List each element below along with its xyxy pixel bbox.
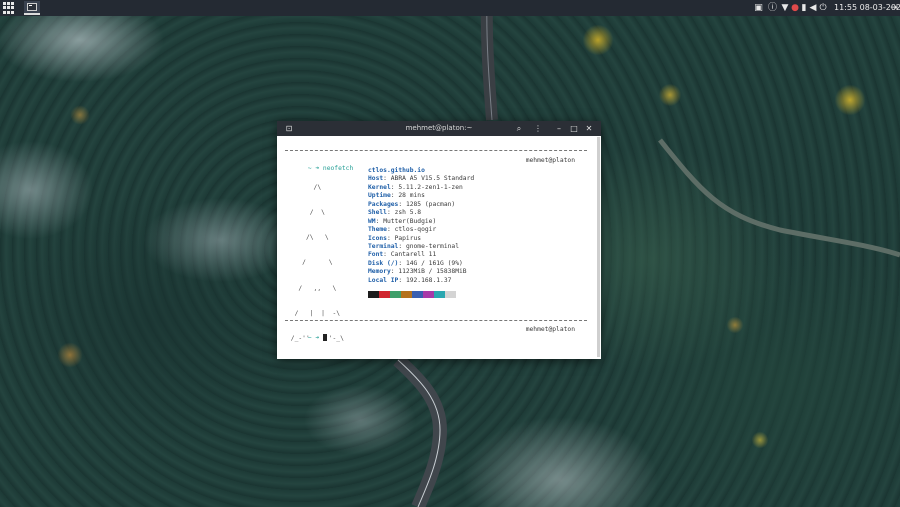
info-key: Terminal — [368, 242, 399, 250]
info-value: 192.168.1.37 — [405, 276, 452, 284]
prompt-line[interactable]: ~ ➜ — [285, 326, 327, 352]
notification-icon[interactable]: ● — [791, 2, 799, 14]
info-value: ctlos-qogir — [394, 226, 437, 234]
maximize-icon[interactable]: □ — [568, 121, 580, 136]
info-key: Host — [368, 175, 384, 183]
info-key: Font — [368, 251, 384, 259]
palette-swatch — [390, 291, 401, 298]
wifi-icon[interactable]: ▼ — [780, 2, 790, 14]
logo-line: / | | -\ — [287, 309, 341, 317]
app-menu-button[interactable] — [3, 2, 15, 14]
info-key: Icons — [368, 234, 387, 242]
top-panel: ▣ ⓘ ▼ ● ▮ ◀ ⏻ 11:55 08-03-2021 ⇥ — [0, 0, 900, 16]
info-value: 28 mins — [398, 192, 425, 200]
logout-icon[interactable]: ⇥ — [889, 2, 899, 14]
terminal-icon — [27, 3, 37, 11]
prompt-symbol: ~ ➜ — [307, 334, 320, 342]
info-key: Disk (/) — [368, 259, 399, 267]
terminal-scrollbar[interactable] — [597, 137, 600, 357]
info-value: 1123MiB / 15838MiB — [398, 268, 467, 276]
info-key: Theme — [368, 226, 387, 234]
prompt-separator — [285, 150, 587, 151]
prompt-user-host: mehmet@platon — [525, 157, 575, 164]
palette-swatch — [412, 291, 423, 298]
info-value: gnome-terminal — [405, 242, 460, 250]
prompt-separator — [285, 320, 587, 321]
info-value: Cantarell 11 — [390, 251, 437, 259]
logo-line: / \ — [287, 259, 333, 267]
info-value: Papirus — [394, 234, 422, 242]
taskbar-terminal-button[interactable] — [24, 1, 40, 15]
prompt-user-host: mehmet@platon — [525, 326, 575, 333]
color-palette — [368, 291, 456, 298]
info-title: ctlos.github.io — [368, 167, 425, 174]
battery-icon[interactable]: ▮ — [800, 2, 808, 14]
info-value: 14G / 161G (9%) — [405, 259, 463, 267]
info-value: Mutter(Budgie) — [383, 217, 437, 225]
text-cursor — [322, 334, 327, 342]
palette-swatch — [423, 291, 434, 298]
info-key: Packages — [368, 200, 399, 208]
logo-line: /\ — [287, 183, 322, 191]
info-key: Local IP — [368, 276, 399, 284]
minimize-icon[interactable]: – — [553, 121, 565, 136]
search-icon[interactable]: ⌕ — [513, 121, 525, 136]
palette-swatch — [379, 291, 390, 298]
palette-swatch — [401, 291, 412, 298]
close-icon[interactable]: ✕ — [583, 121, 595, 136]
terminal-titlebar[interactable]: ⊡ mehmet@platon:~ ⌕ ⋮ – □ ✕ — [277, 121, 601, 136]
info-value: zsh 5.8 — [394, 209, 422, 217]
palette-swatch — [368, 291, 379, 298]
logo-line: / \ — [287, 209, 325, 217]
logo-line: / ,, \ — [287, 284, 337, 292]
system-info: ctlos.github.io Host: ABRA A5 V15.5 Stan… — [368, 167, 475, 284]
info-key: Memory — [368, 268, 391, 276]
info-value: ABRA A5 V15.5 Standard — [390, 175, 475, 183]
windows-icon[interactable]: ▣ — [753, 2, 764, 14]
palette-swatch — [445, 291, 456, 298]
info-icon[interactable]: ⓘ — [767, 2, 778, 14]
info-key: Shell — [368, 209, 387, 217]
menu-icon[interactable]: ⋮ — [532, 121, 544, 136]
info-key: Kernel — [368, 183, 391, 191]
info-key: WM — [368, 217, 376, 225]
info-value: 5.11.2-zen1-1-zen — [398, 183, 463, 191]
terminal-window[interactable]: ⊡ mehmet@platon:~ ⌕ ⋮ – □ ✕ ~ ➜ neofetch… — [277, 121, 601, 359]
terminal-content[interactable]: ~ ➜ neofetch mehmet@platon /\ / \ /\ \ /… — [285, 139, 591, 355]
logo-line: /\ \ — [287, 234, 329, 242]
info-key: Uptime — [368, 192, 391, 200]
power-icon[interactable]: ⏻ — [818, 2, 828, 14]
volume-icon[interactable]: ◀ — [808, 2, 818, 14]
info-value: 1285 (pacman) — [405, 200, 456, 208]
palette-swatch — [434, 291, 445, 298]
